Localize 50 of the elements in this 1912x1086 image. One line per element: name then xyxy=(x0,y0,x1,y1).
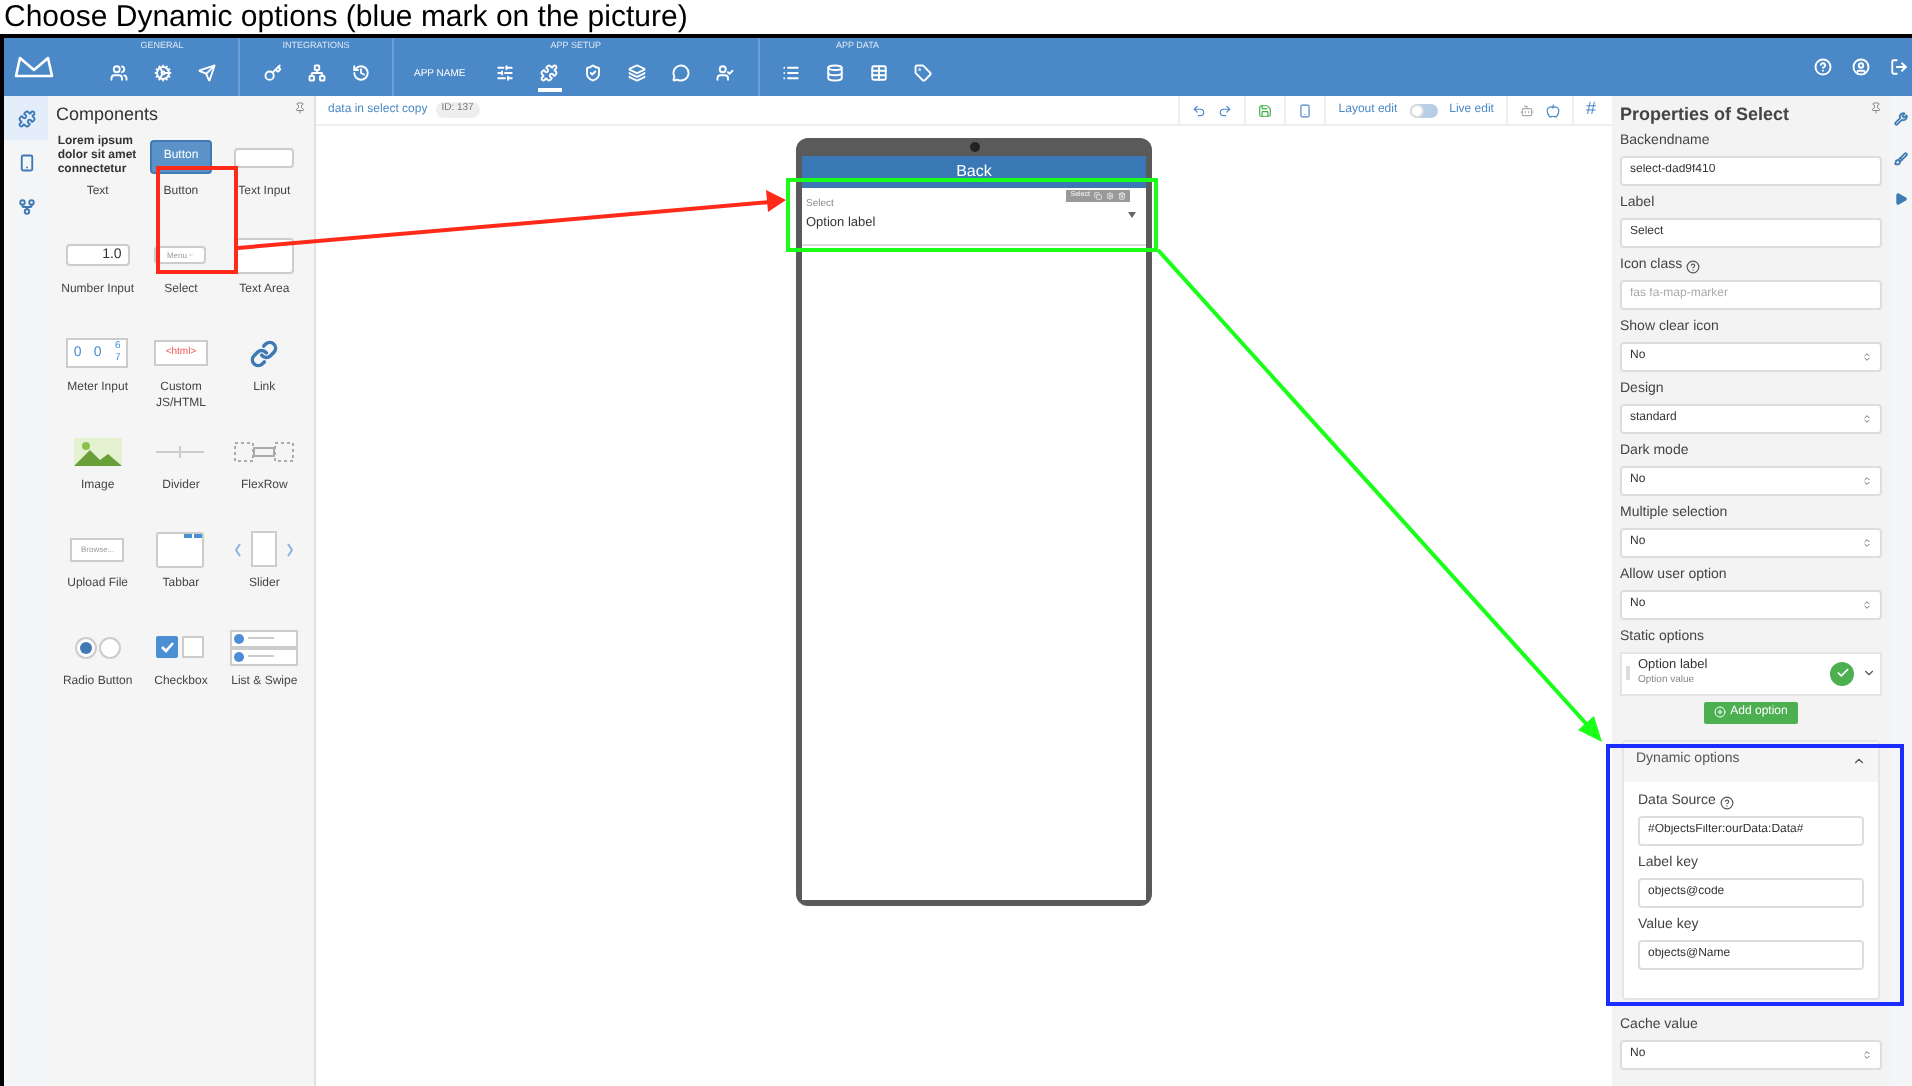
help-icon[interactable] xyxy=(1686,260,1701,274)
updown-arrows-icon xyxy=(1862,1049,1872,1059)
edit-mode-toggle[interactable] xyxy=(1409,103,1438,117)
redo-icon[interactable] xyxy=(1218,103,1233,117)
save-icon[interactable] xyxy=(1258,103,1273,117)
help-icon[interactable] xyxy=(1719,796,1734,810)
tabbar-icon xyxy=(156,531,205,567)
back-title[interactable]: Back xyxy=(956,160,992,184)
panel-title: Properties of Select xyxy=(1620,102,1790,128)
link-icon xyxy=(250,339,279,367)
pin-icon[interactable] xyxy=(1870,102,1882,114)
logout-icon[interactable] xyxy=(1890,58,1908,76)
android-icon[interactable] xyxy=(1519,103,1534,117)
flexrow-icon xyxy=(234,441,295,461)
updown-arrows-icon xyxy=(1862,537,1872,547)
hash-button[interactable]: # xyxy=(1585,96,1600,124)
drag-handle-icon[interactable] xyxy=(1626,666,1630,680)
updown-arrows-icon xyxy=(1862,475,1872,485)
radio-icon xyxy=(73,635,122,659)
trash-icon[interactable] xyxy=(1118,192,1126,200)
phone-icon[interactable] xyxy=(1298,103,1313,117)
undo-icon[interactable] xyxy=(1192,103,1207,117)
play-icon[interactable] xyxy=(1894,192,1908,206)
updown-arrows-icon xyxy=(1862,599,1872,609)
text-input-preview xyxy=(234,147,295,167)
apple-icon[interactable] xyxy=(1545,103,1560,117)
checkbox-icon xyxy=(156,636,205,658)
updown-arrows-icon xyxy=(1862,413,1872,423)
camera-icon xyxy=(969,142,979,152)
image-icon xyxy=(73,437,122,465)
check-icon[interactable] xyxy=(1830,661,1854,685)
puzzle-icon[interactable] xyxy=(537,59,562,91)
settings-icon[interactable] xyxy=(1106,192,1114,200)
user-icon[interactable] xyxy=(1852,58,1870,76)
dropdown-caret-icon xyxy=(1128,212,1136,219)
slider-icon xyxy=(234,529,295,569)
copy-icon[interactable] xyxy=(1094,192,1102,200)
brush-icon[interactable] xyxy=(1894,152,1908,166)
panel-title: Components xyxy=(56,102,159,128)
list-swipe-icon xyxy=(230,629,299,665)
puzzle-icon[interactable] xyxy=(4,96,48,140)
updown-arrows-icon xyxy=(1862,351,1872,361)
logo-icon[interactable] xyxy=(14,54,54,78)
caption-text: Choose Dynamic options (blue mark on the picture) xyxy=(2,0,688,34)
plus-icon xyxy=(1714,706,1727,718)
wrench-icon[interactable] xyxy=(1894,112,1908,126)
pin-icon[interactable] xyxy=(294,102,306,114)
divider-icon xyxy=(156,443,205,459)
chevron-up-icon xyxy=(1852,754,1866,768)
chevron-down-icon[interactable] xyxy=(1862,666,1876,680)
